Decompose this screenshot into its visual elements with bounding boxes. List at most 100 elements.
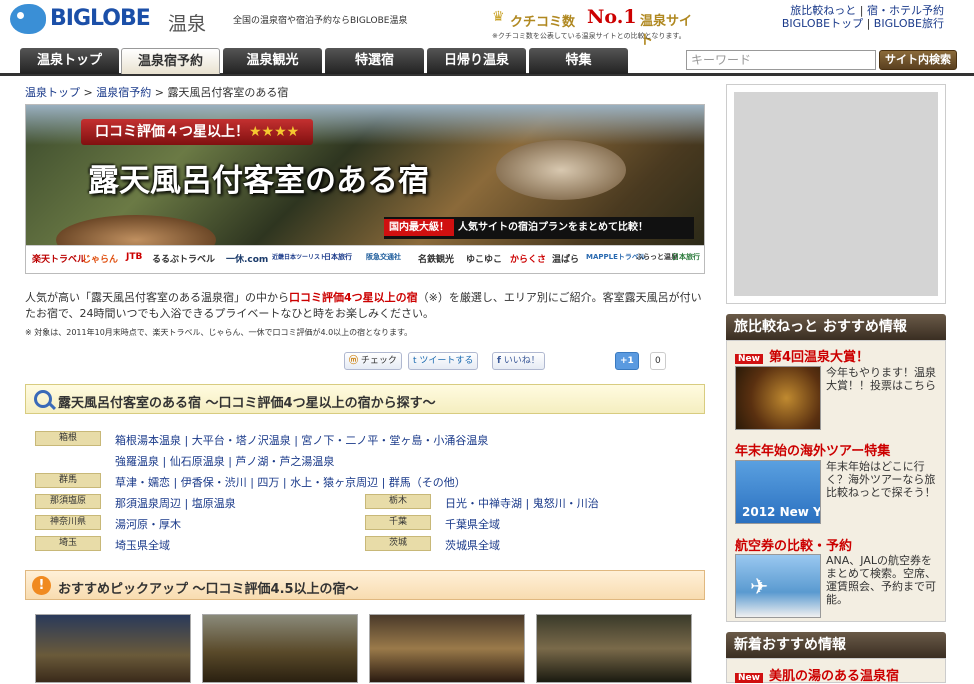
new-year-tour-image[interactable]: 2012 New Year — [735, 460, 821, 524]
partner-logo: るるぶトラベル — [152, 255, 216, 265]
area-link[interactable]: 日光・中禅寺湖 — [445, 497, 522, 510]
partner-logo: 温ぱら — [552, 255, 580, 265]
onsen-award-image[interactable] — [735, 366, 821, 430]
partner-logo: 楽天トラベル — [32, 255, 87, 265]
tab-onsen-top[interactable]: 温泉トップ — [20, 48, 119, 74]
area-links: 茨城県全域 — [445, 537, 500, 553]
intro-text: 人気が高い「露天風呂付客室のある温泉宿」の中から口コミ評価4つ星以上の宿（※）を… — [25, 290, 710, 322]
area-link[interactable]: 水上・猿ヶ京周辺 — [290, 476, 378, 489]
area-link[interactable]: 千葉県全域 — [445, 518, 500, 531]
tweet-button[interactable]: t ツイートする — [408, 352, 479, 370]
area-links: 千葉県全域 — [445, 516, 500, 532]
tweet-label: ツイートする — [419, 356, 474, 366]
area-link[interactable]: 那須温泉周辺 — [115, 497, 181, 510]
region-label: 群馬 — [35, 473, 101, 488]
sidebar-item-title[interactable]: 航空券の比較・予約 — [735, 535, 852, 554]
airplane-icon: ✈ — [750, 575, 769, 600]
pickup-hotel-image[interactable] — [202, 614, 358, 683]
hero-banner: 口コミ評価４つ星以上！★★★★ 露天風呂付客室のある宿 国内最大級！ 人気サイトの… — [25, 104, 705, 274]
top-links: 旅比較ねっと | 宿・ホテル予約 BIGLOBEトップ | BIGLOBE旅行 — [781, 4, 944, 30]
area-link[interactable]: 伊香保・渋川 — [181, 476, 247, 489]
tab-higaeri[interactable]: 日帰り温泉 — [427, 48, 526, 74]
mixi-check-button[interactable]: ⓜ チェック — [344, 352, 402, 370]
pickup-hotel-image[interactable] — [369, 614, 525, 683]
breadcrumb-link[interactable]: 温泉トップ — [25, 86, 80, 99]
sidebar-item-title[interactable]: New 第4回温泉大賞！ — [735, 346, 869, 365]
exclamation-icon: ! — [32, 576, 51, 595]
search-button[interactable]: サイト内検索 — [879, 50, 957, 70]
region-label: 神奈川県 — [35, 515, 101, 530]
area-link[interactable]: 湯河原・厚木 — [115, 518, 181, 531]
area-links: 那須温泉周辺 | 塩原温泉 — [115, 497, 236, 510]
link-tabihikaku[interactable]: 旅比較ねっと — [790, 4, 856, 17]
bath-tub-image — [496, 140, 626, 200]
tab-tokusen[interactable]: 特選宿 — [325, 48, 424, 74]
pickup-hotel-image[interactable] — [35, 614, 191, 683]
bihada-title: 美肌の湯のある温泉宿 — [768, 669, 899, 684]
compare-text: 人気サイトの宿泊プランをまとめて比較！ — [458, 222, 648, 233]
google-plusone-button[interactable]: +1 — [615, 352, 639, 370]
region-label: 箱根 — [35, 431, 101, 446]
area-link[interactable]: 鬼怒川・川治 — [533, 497, 599, 510]
intro-note: ※ 対象は、2011年10月末時点で、楽天トラベル、じゃらん、一休で口コミ評価が… — [25, 328, 413, 337]
area-link[interactable]: 大平台・塔ノ沢温泉 — [192, 434, 291, 447]
check-label: チェック — [360, 356, 397, 366]
logo-text: BIGLOBE — [50, 6, 151, 31]
sidebar-item-text: 今年もやります！温泉大賞！！投票はこちら — [826, 366, 936, 392]
area-link[interactable]: 草津・嬬恋 — [115, 476, 170, 489]
tab-onsen-yado[interactable]: 温泉宿予約 — [121, 48, 220, 74]
biglobe-logo[interactable]: BIGLOBE 温泉 — [10, 4, 210, 35]
banner-title: 露天風呂付客室のある宿 — [88, 163, 429, 199]
airplane-image[interactable]: ✈ — [735, 554, 821, 618]
area-link[interactable]: 箱根湯本温泉 — [115, 434, 181, 447]
facebook-like-button[interactable]: f いいね！ — [492, 352, 545, 370]
pickup-section-header: ! おすすめピックアップ ～口コミ評価4.5以上の宿～ — [25, 570, 705, 600]
partner-logo: からくさ — [510, 255, 547, 265]
partner-logo: 阪急交通社 — [366, 253, 401, 261]
area-link[interactable]: 四万 — [257, 476, 279, 489]
area-link[interactable]: 群馬（その他） — [389, 476, 466, 489]
partner-logos: 楽天トラベル じゃらん JTB るるぶトラベル 一休.com 近畿日本ツーリスト… — [26, 245, 704, 273]
new-badge: New — [735, 354, 763, 364]
kuchikomi-badge: ♛ クチコミ数 No.1 温泉サイト ※クチコミ数を公表している温泉サイトとの比… — [492, 6, 704, 48]
sidebar-item-text: 年末年始はどこに行く？海外ツアーなら旅比較ねっとで探そう！ — [826, 460, 936, 499]
kuchikomi-label: クチコミ数 — [510, 15, 576, 30]
tab-onsen-kanko[interactable]: 温泉観光 — [223, 48, 322, 74]
region-label: 那須塩原 — [35, 494, 101, 509]
area-link[interactable]: 強羅温泉 — [115, 455, 159, 468]
area-links: 強羅温泉 | 仙石原温泉 | 芦ノ湖・芦之湯温泉 — [115, 455, 335, 468]
partner-logo: じゃらん — [82, 255, 119, 265]
area-links: 草津・嬬恋 | 伊香保・渋川 | 四万 | 水上・猿ヶ京周辺 | 群馬（その他） — [115, 476, 466, 489]
breadcrumb-link[interactable]: 温泉宿予約 — [96, 86, 151, 99]
onsen-taisho-title: 第4回温泉大賞！ — [768, 350, 869, 365]
partner-logo: 日本旅行 — [672, 253, 700, 261]
region-label: 茨城 — [365, 536, 431, 551]
fish-mascot-icon — [10, 4, 46, 34]
region-label: 埼玉 — [35, 536, 101, 551]
area-link[interactable]: 茨城県全域 — [445, 539, 500, 552]
area-link[interactable]: 塩原温泉 — [192, 497, 236, 510]
intro-before: 人気が高い「露天風呂付客室のある温泉宿」の中から — [25, 291, 289, 304]
mixi-icon: ⓜ — [349, 356, 359, 366]
link-biglobe-travel[interactable]: BIGLOBE旅行 — [874, 17, 944, 30]
area-link[interactable]: 芦ノ湖・芦之湯温泉 — [235, 455, 334, 468]
link-hotel[interactable]: 宿・ホテル予約 — [867, 4, 944, 17]
partner-logo: 近畿日本ツーリスト — [272, 254, 327, 261]
stars-icon: ★★★★ — [249, 124, 300, 140]
partner-logo: 名鉄観光 — [418, 255, 455, 265]
new-year-image-text: 2012 New Year — [742, 505, 821, 519]
link-biglobe-top[interactable]: BIGLOBEトップ — [782, 17, 863, 30]
sidebar-new-item[interactable]: New 美肌の湯のある温泉宿 — [735, 665, 899, 684]
area-link[interactable]: 仙石原温泉 — [170, 455, 225, 468]
area-link[interactable]: 宮ノ下・二ノ平・堂ヶ島・小涌谷温泉 — [301, 434, 488, 447]
compare-highlight: 国内最大級！ — [384, 219, 454, 236]
area-section-title: 露天風呂付客室のある宿 ～口コミ評価4つ星以上の宿から探す～ — [58, 396, 436, 411]
sidebar-item-title[interactable]: 年末年始の海外ツアー特集 — [735, 440, 890, 459]
tab-tokushu[interactable]: 特集 — [529, 48, 628, 74]
sidebar-ad[interactable] — [726, 84, 946, 304]
pickup-hotel-image[interactable] — [536, 614, 692, 683]
breadcrumb-current: 露天風呂付客室のある宿 — [167, 86, 289, 99]
compare-strip: 国内最大級！ 人気サイトの宿泊プランをまとめて比較！ — [384, 217, 694, 239]
search-input[interactable]: キーワード — [686, 50, 876, 70]
area-link[interactable]: 埼玉県全域 — [115, 539, 170, 552]
